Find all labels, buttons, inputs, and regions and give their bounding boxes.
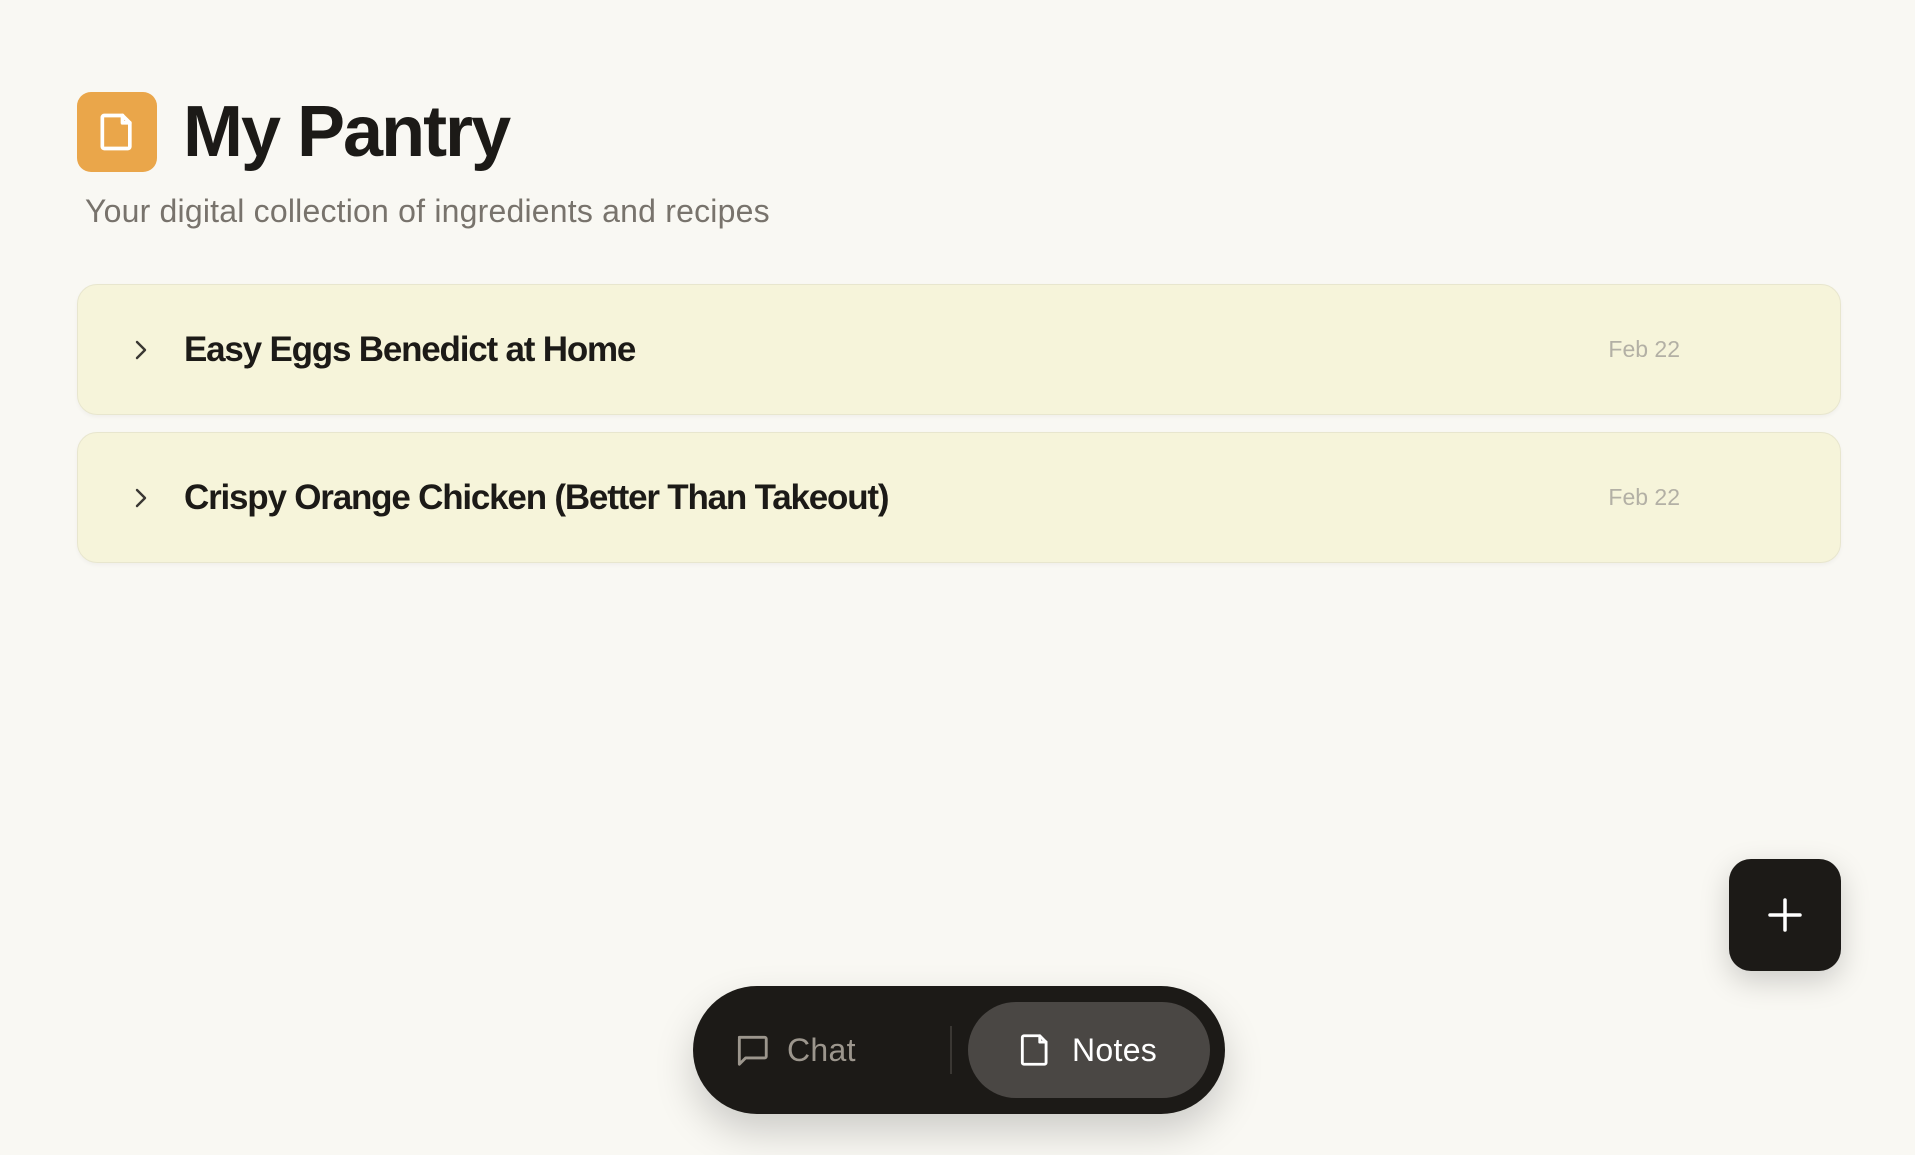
note-card[interactable]: Easy Eggs Benedict at Home Feb 22 (77, 284, 1841, 415)
chat-bubble-icon (733, 1031, 771, 1069)
page-header: My Pantry (77, 92, 511, 172)
note-icon (77, 92, 157, 172)
note-title: Crispy Orange Chicken (Better Than Takeo… (184, 477, 889, 517)
note-date: Feb 22 (1608, 484, 1680, 510)
notes-list: Easy Eggs Benedict at Home Feb 22 Crispy… (77, 284, 1841, 580)
note-date: Feb 22 (1608, 336, 1680, 362)
note-title: Easy Eggs Benedict at Home (184, 329, 636, 369)
page-subtitle: Your digital collection of ingredients a… (85, 193, 770, 229)
nav-notes-label: Notes (1072, 1031, 1158, 1068)
chevron-right-icon[interactable] (130, 336, 152, 364)
plus-icon (1768, 898, 1802, 932)
add-note-button[interactable] (1729, 859, 1841, 971)
note-card[interactable]: Crispy Orange Chicken (Better Than Takeo… (77, 432, 1841, 563)
note-icon (1016, 1031, 1054, 1069)
nav-divider (950, 1026, 952, 1074)
nav-chat-label: Chat (787, 1031, 856, 1068)
nav-chat-button[interactable]: Chat (733, 1002, 913, 1098)
chevron-right-icon[interactable] (130, 484, 152, 512)
bottom-nav: Chat Notes (693, 986, 1225, 1114)
nav-notes-button[interactable]: Notes (968, 1002, 1210, 1098)
page-title: My Pantry (183, 92, 511, 172)
